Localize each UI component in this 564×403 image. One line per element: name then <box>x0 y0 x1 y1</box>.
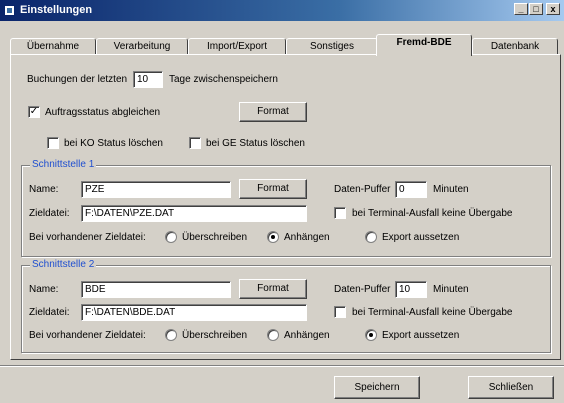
ko-status-checkbox[interactable] <box>47 137 59 149</box>
s1-name-label: Name: <box>29 184 59 195</box>
close-button[interactable]: x <box>546 3 560 15</box>
s1-radio-ueberschreiben[interactable] <box>165 231 177 243</box>
app-icon <box>4 5 15 16</box>
ge-status-label: bei GE Status löschen <box>206 138 305 149</box>
s2-ausfall-checkbox[interactable] <box>334 306 346 318</box>
ge-status-checkbox[interactable] <box>189 137 201 149</box>
s1-ausfall-checkbox[interactable] <box>334 207 346 219</box>
s1-vorhanden-label: Bei vorhandener Zieldatei: <box>29 232 146 243</box>
minimize-button[interactable]: _ <box>514 3 528 15</box>
ko-status-label: bei KO Status löschen <box>64 138 163 149</box>
s2-puffer-label: Daten-Puffer <box>334 284 391 295</box>
s1-format-button[interactable]: Format <box>239 179 307 199</box>
tab-strip: Übernahme Verarbeitung Import/Export Son… <box>8 34 564 56</box>
auftragsstatus-format-button[interactable]: Format <box>239 102 307 122</box>
schnittstelle-1-title: Schnittstelle 1 <box>30 159 97 170</box>
save-button-label: Speichern <box>354 382 400 393</box>
tab-uebernahme[interactable]: Übernahme <box>10 38 96 55</box>
s2-name-input[interactable]: BDE <box>81 281 231 298</box>
s2-ausfall-label: bei Terminal-Ausfall keine Übergabe <box>352 307 513 318</box>
s1-radio-ueberschreiben-label: Überschreiben <box>182 232 248 243</box>
buchungen-prefix-label: Buchungen der letzten <box>27 74 128 85</box>
tab-import-export[interactable]: Import/Export <box>188 38 286 55</box>
schnittstelle-2-title: Schnittstelle 2 <box>30 259 97 270</box>
title-bar: Einstellungen _ □ x <box>0 0 564 21</box>
s2-radio-export-aussetzen-label: Export aussetzen <box>382 330 460 341</box>
s1-radio-export-aussetzen[interactable] <box>365 231 377 243</box>
close-dialog-button-label: Schließen <box>488 382 534 393</box>
s2-radio-ueberschreiben-label: Überschreiben <box>182 330 248 341</box>
s2-radio-anhaengen[interactable] <box>267 329 279 341</box>
tab-sonstiges[interactable]: Sonstiges <box>286 38 378 55</box>
s1-radio-anhaengen[interactable] <box>267 231 279 243</box>
s2-puffer-unit: Minuten <box>433 284 469 295</box>
maximize-button[interactable]: □ <box>529 3 543 15</box>
s2-zieldatei-label: Zieldatei: <box>29 307 70 318</box>
s1-ausfall-label: bei Terminal-Ausfall keine Übergabe <box>352 208 513 219</box>
window-title: Einstellungen <box>20 4 93 16</box>
s2-puffer-input[interactable]: 10 <box>395 281 427 298</box>
s2-name-label: Name: <box>29 284 59 295</box>
s1-radio-anhaengen-label: Anhängen <box>284 232 330 243</box>
s2-radio-anhaengen-label: Anhängen <box>284 330 330 341</box>
s1-name-input[interactable]: PZE <box>81 181 231 198</box>
tab-datenbank[interactable]: Datenbank <box>472 38 558 55</box>
buchungen-suffix-label: Tage zwischenspeichern <box>169 74 278 85</box>
s1-zieldatei-input[interactable]: F:\DATEN\PZE.DAT <box>81 205 307 222</box>
tab-panel-fremd-bde: Buchungen der letzten 10 Tage zwischensp… <box>10 54 561 360</box>
buchungen-days-input[interactable]: 10 <box>133 71 163 88</box>
s1-zieldatei-label: Zieldatei: <box>29 208 70 219</box>
auftragsstatus-checkbox[interactable]: ✓ <box>28 106 40 118</box>
s2-radio-export-aussetzen[interactable] <box>365 329 377 341</box>
tab-verarbeitung[interactable]: Verarbeitung <box>96 38 188 55</box>
s2-format-button[interactable]: Format <box>239 279 307 299</box>
s1-puffer-unit: Minuten <box>433 184 469 195</box>
s1-puffer-label: Daten-Puffer <box>334 184 391 195</box>
close-dialog-button[interactable]: Schließen <box>468 376 554 399</box>
save-button[interactable]: Speichern <box>334 376 420 399</box>
s2-vorhanden-label: Bei vorhandener Zieldatei: <box>29 330 146 341</box>
footer-separator <box>0 365 564 367</box>
s1-radio-export-aussetzen-label: Export aussetzen <box>382 232 460 243</box>
s2-radio-ueberschreiben[interactable] <box>165 329 177 341</box>
tab-fremd-bde[interactable]: Fremd-BDE <box>376 34 472 56</box>
s1-puffer-input[interactable]: 0 <box>395 181 427 198</box>
auftragsstatus-label: Auftragsstatus abgleichen <box>45 107 161 118</box>
s2-zieldatei-input[interactable]: F:\DATEN\BDE.DAT <box>81 304 307 321</box>
